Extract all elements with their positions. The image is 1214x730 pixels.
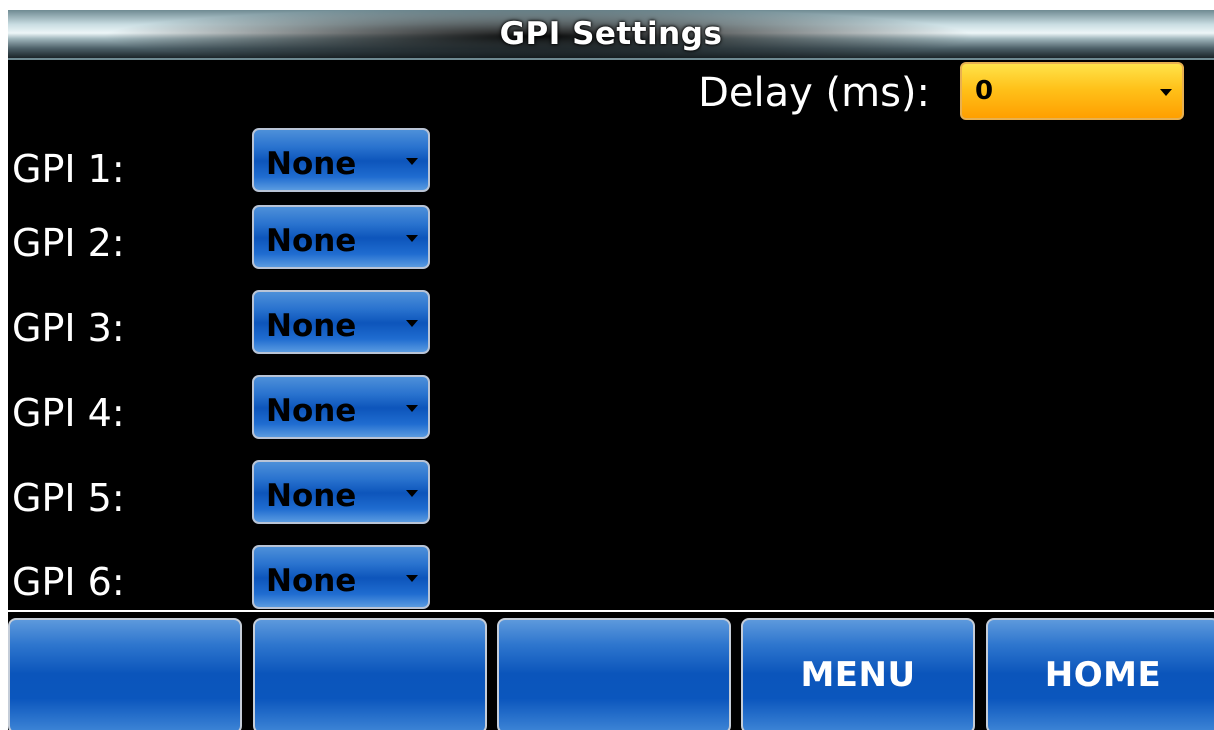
gpi-1-label: GPI 1:	[12, 147, 125, 191]
gpi-6-label: GPI 6:	[12, 560, 125, 604]
delay-dropdown[interactable]: 0	[960, 62, 1184, 120]
gpi-2-label: GPI 2:	[12, 221, 125, 265]
chevron-down-icon	[406, 235, 418, 242]
chevron-down-icon	[1160, 89, 1172, 96]
gpi-5-label: GPI 5:	[12, 476, 125, 520]
gpi-2-dropdown[interactable]: None	[252, 205, 430, 269]
chevron-down-icon	[406, 320, 418, 327]
gpi-3-value: None	[266, 308, 357, 344]
gpi-4-label: GPI 4:	[12, 391, 125, 435]
chevron-down-icon	[406, 490, 418, 497]
gpi-2-value: None	[266, 223, 357, 259]
chevron-down-icon	[406, 575, 418, 582]
gpi-3-dropdown[interactable]: None	[252, 290, 430, 354]
bottom-button-bar: MENU HOME	[8, 610, 1214, 730]
gpi-4-value: None	[266, 393, 357, 429]
soft-key-3-button[interactable]	[497, 618, 731, 730]
soft-key-2-button[interactable]	[253, 618, 487, 730]
delay-label: Delay (ms):	[698, 70, 930, 116]
chevron-down-icon	[406, 158, 418, 165]
menu-button[interactable]: MENU	[741, 618, 975, 730]
gpi-6-dropdown[interactable]: None	[252, 545, 430, 609]
gpi-5-value: None	[266, 478, 357, 514]
gpi-4-dropdown[interactable]: None	[252, 375, 430, 439]
title-bar: GPI Settings	[8, 10, 1214, 60]
delay-value: 0	[975, 76, 994, 106]
home-button[interactable]: HOME	[986, 618, 1214, 730]
gpi-settings-screen: GPI Settings Delay (ms): 0 GPI 1: None G…	[8, 10, 1214, 730]
gpi-6-value: None	[266, 563, 357, 599]
soft-key-1-button[interactable]	[8, 618, 242, 730]
gpi-3-label: GPI 3:	[12, 306, 125, 350]
chevron-down-icon	[406, 405, 418, 412]
gpi-5-dropdown[interactable]: None	[252, 460, 430, 524]
gpi-1-value: None	[266, 146, 357, 182]
gpi-1-dropdown[interactable]: None	[252, 128, 430, 192]
page-title: GPI Settings	[499, 16, 723, 52]
